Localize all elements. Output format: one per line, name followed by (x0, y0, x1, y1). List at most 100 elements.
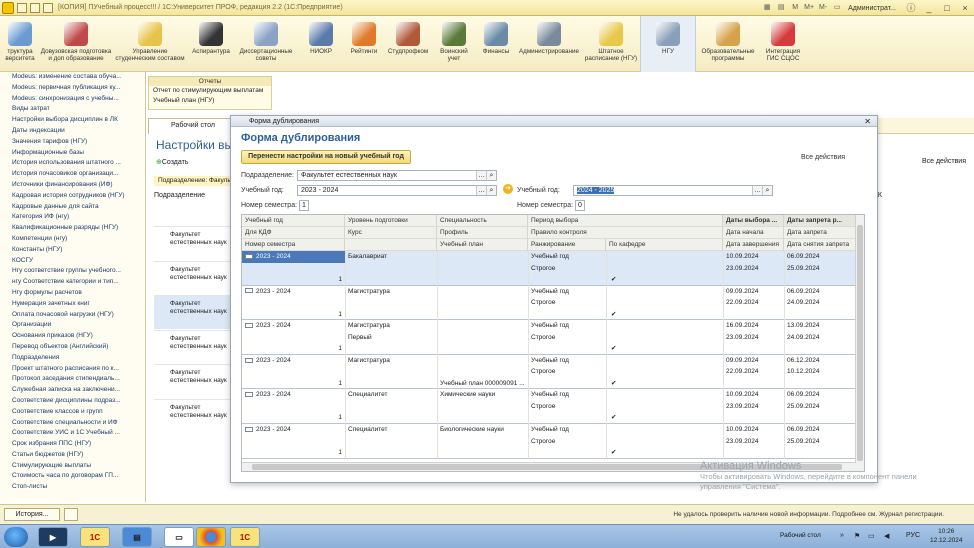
table-row[interactable]: 2023 - 2024 Магистратура Учебный год Строго… (242, 285, 856, 321)
report-link[interactable]: Учебный план (НГУ) (149, 96, 271, 106)
table-row[interactable]: Факультет естественных наук (154, 226, 234, 260)
section-10[interactable]: Финансы (476, 16, 516, 72)
memory-minus-button[interactable]: M- (816, 1, 830, 15)
column-header[interactable]: По кафедре (606, 239, 723, 251)
ellipsis-icon[interactable]: … (476, 171, 486, 180)
sidebar-item[interactable]: Квалификационные разряды (НГУ) (0, 223, 145, 234)
sidebar-item[interactable]: Значения тарифов (НГУ) (0, 137, 145, 148)
start-button[interactable] (4, 527, 28, 547)
sidebar-item[interactable]: Перевод объектов (Английский) (0, 342, 145, 353)
column-header[interactable] (345, 239, 437, 251)
ellipsis-icon[interactable]: … (476, 186, 486, 195)
user-name[interactable]: Администрат... (848, 5, 896, 12)
section-12[interactable]: Штатное расписание (НГУ) (582, 16, 640, 72)
sidebar-item[interactable]: Стоп-листы (0, 482, 145, 493)
section-7[interactable]: Рейтинги (344, 16, 384, 72)
all-actions-menu[interactable]: Все действия (922, 158, 966, 165)
year-cell[interactable]: 2023 - 2024 (242, 389, 345, 401)
subdivision-field[interactable]: Факультет естественных наук … ⌕ (297, 170, 497, 181)
status-message[interactable]: Не удалось проверить наличие новой инфор… (673, 511, 944, 518)
sidebar-item[interactable]: Modeus: изменение состава обуча... (0, 72, 145, 83)
sidebar-item[interactable]: КОСГУ (0, 256, 145, 267)
search-icon[interactable]: ⌕ (486, 171, 496, 180)
sidebar-item[interactable]: Компетенции (нгу) (0, 234, 145, 245)
table-row[interactable]: Факультет естественных наук (154, 329, 234, 364)
section-13[interactable]: НГУ (640, 16, 696, 72)
table-row[interactable]: 2023 - 2024 Бакалавриат Учебный год Строгое… (242, 251, 856, 286)
sidebar-item[interactable]: Организации (0, 320, 145, 331)
subdivision-filter[interactable]: Подразделение: Факульт (154, 176, 234, 186)
search-icon[interactable]: ⌕ (762, 186, 772, 195)
taskbar-1c-app[interactable]: 1С (230, 527, 260, 547)
column-header[interactable]: Ранжирование (528, 239, 606, 251)
sidebar-item[interactable]: История использования штатного ... (0, 158, 145, 169)
calculator-icon[interactable]: ▤ (774, 1, 788, 15)
section-3[interactable]: Управление студенческим составом (112, 16, 188, 72)
sidebar-item[interactable]: Modeus: первичная публикация ку... (0, 83, 145, 94)
sidebar-item[interactable]: Стоимость часа по договорам ГП... (0, 471, 145, 482)
sidebar-item[interactable]: Статьи бюджетов (НГУ) (0, 450, 145, 461)
column-header[interactable]: Даты выбора ... (723, 215, 784, 227)
sidebar-item[interactable]: Константы (НГУ) (0, 245, 145, 256)
section-2[interactable]: Довузовская подготовка и доп образование (40, 16, 112, 72)
sidebar-item[interactable]: Кадровые данные для сайта (0, 202, 145, 213)
sidebar-item[interactable]: Категория ИФ (нгу) (0, 212, 145, 223)
home-icon[interactable] (43, 2, 53, 13)
search-icon[interactable]: ⌕ (486, 186, 496, 195)
sidebar-item[interactable]: Соответствие УИС и 1С Учебный ... (0, 428, 145, 439)
table-row[interactable]: Факультет естественных наук (154, 295, 234, 330)
sidebar-item[interactable]: Кадровая история сотрудников (НГУ) (0, 191, 145, 202)
info-icon[interactable]: ⓘ (902, 1, 920, 15)
year-cell[interactable]: 2023 - 2024 (242, 424, 345, 436)
sidebar-item[interactable]: Нгу соответствие группы учебного... (0, 266, 145, 277)
sidebar-item[interactable]: Соответствие специальности и ИФ (0, 418, 145, 429)
sidebar-item[interactable]: Соответствие дисциплины подраз... (0, 396, 145, 407)
taskbar-chrome-icon[interactable] (196, 527, 226, 547)
desktop-toolbar[interactable]: Рабочий стол (780, 532, 821, 539)
new-year-field[interactable]: 2024 - 2025 … ⌕ (573, 185, 773, 196)
tray-arrow-icon[interactable]: » (840, 532, 844, 539)
taskbar-explorer-icon[interactable]: ▤ (122, 527, 152, 547)
back-icon[interactable] (17, 2, 27, 13)
column-header[interactable]: Правило контроля (528, 227, 723, 239)
history-button[interactable]: История... (4, 508, 60, 521)
section-9[interactable]: Воинский учет (432, 16, 476, 72)
history-list-icon[interactable] (64, 508, 78, 521)
table-row[interactable]: 2023 - 2024 Магистратура Учебный план 0000… (242, 354, 856, 390)
section-1[interactable]: труктура верситета (0, 16, 40, 72)
tray-screen-icon[interactable]: ▭ (868, 532, 875, 540)
year-cell[interactable]: 2023 - 2024 (242, 251, 345, 263)
sidebar-item[interactable]: Настройки выбора дисциплин в ЛК (0, 115, 145, 126)
language-indicator[interactable]: РУС (906, 532, 920, 539)
sidebar-item[interactable]: Источники финансирования (ИФ) (0, 180, 145, 191)
sidebar-item[interactable]: История почасовиков организаци... (0, 169, 145, 180)
sidebar-item[interactable]: Нумерация зачетных книг (0, 299, 145, 310)
section-11[interactable]: Администрирование (516, 16, 582, 72)
tray-flag-icon[interactable]: ⚑ (854, 532, 860, 540)
section-8[interactable]: Студпрофком (384, 16, 432, 72)
transfer-settings-button[interactable]: Перенести настройки на новый учебный год (241, 150, 411, 164)
column-header[interactable]: Номер семестра (242, 239, 345, 251)
sidebar-item[interactable]: Основания приказов (НГУ) (0, 331, 145, 342)
minimize-button[interactable]: _ (920, 1, 938, 15)
report-link[interactable]: Отчет по стимулирующим выплатам (149, 86, 271, 96)
sidebar-item[interactable]: Подразделения (0, 353, 145, 364)
tray-volume-icon[interactable]: ◀ (884, 532, 889, 540)
maximize-button[interactable]: □ (938, 1, 956, 15)
section-4[interactable]: Аспирантура (188, 16, 234, 72)
column-header[interactable]: Дата запрета (784, 227, 856, 239)
section-5[interactable]: Диссертационные советы (234, 16, 298, 72)
column-header[interactable]: Для КДФ (242, 227, 345, 239)
table-row[interactable]: Факультет естественных наук (154, 364, 234, 398)
sidebar-item[interactable]: Нгу формулы расчетов (0, 288, 145, 299)
calendar-icon[interactable]: ▦ (760, 1, 774, 15)
section-15[interactable]: Интеграция ГИС СЦОС (760, 16, 806, 72)
sidebar-item[interactable]: Даты индексации (0, 126, 145, 137)
taskbar-folder-icon[interactable]: ▭ (164, 527, 194, 547)
sidebar-item[interactable]: Информационные базы (0, 148, 145, 159)
column-header[interactable]: Дата завершения (723, 239, 784, 251)
column-header[interactable]: Дата снятия запрета (784, 239, 856, 251)
taskbar-terminal-icon[interactable]: ▶ (38, 527, 68, 547)
new-semester-field[interactable]: 0 (575, 200, 585, 211)
clock[interactable]: 10:26 12.12.2024 (930, 527, 963, 545)
